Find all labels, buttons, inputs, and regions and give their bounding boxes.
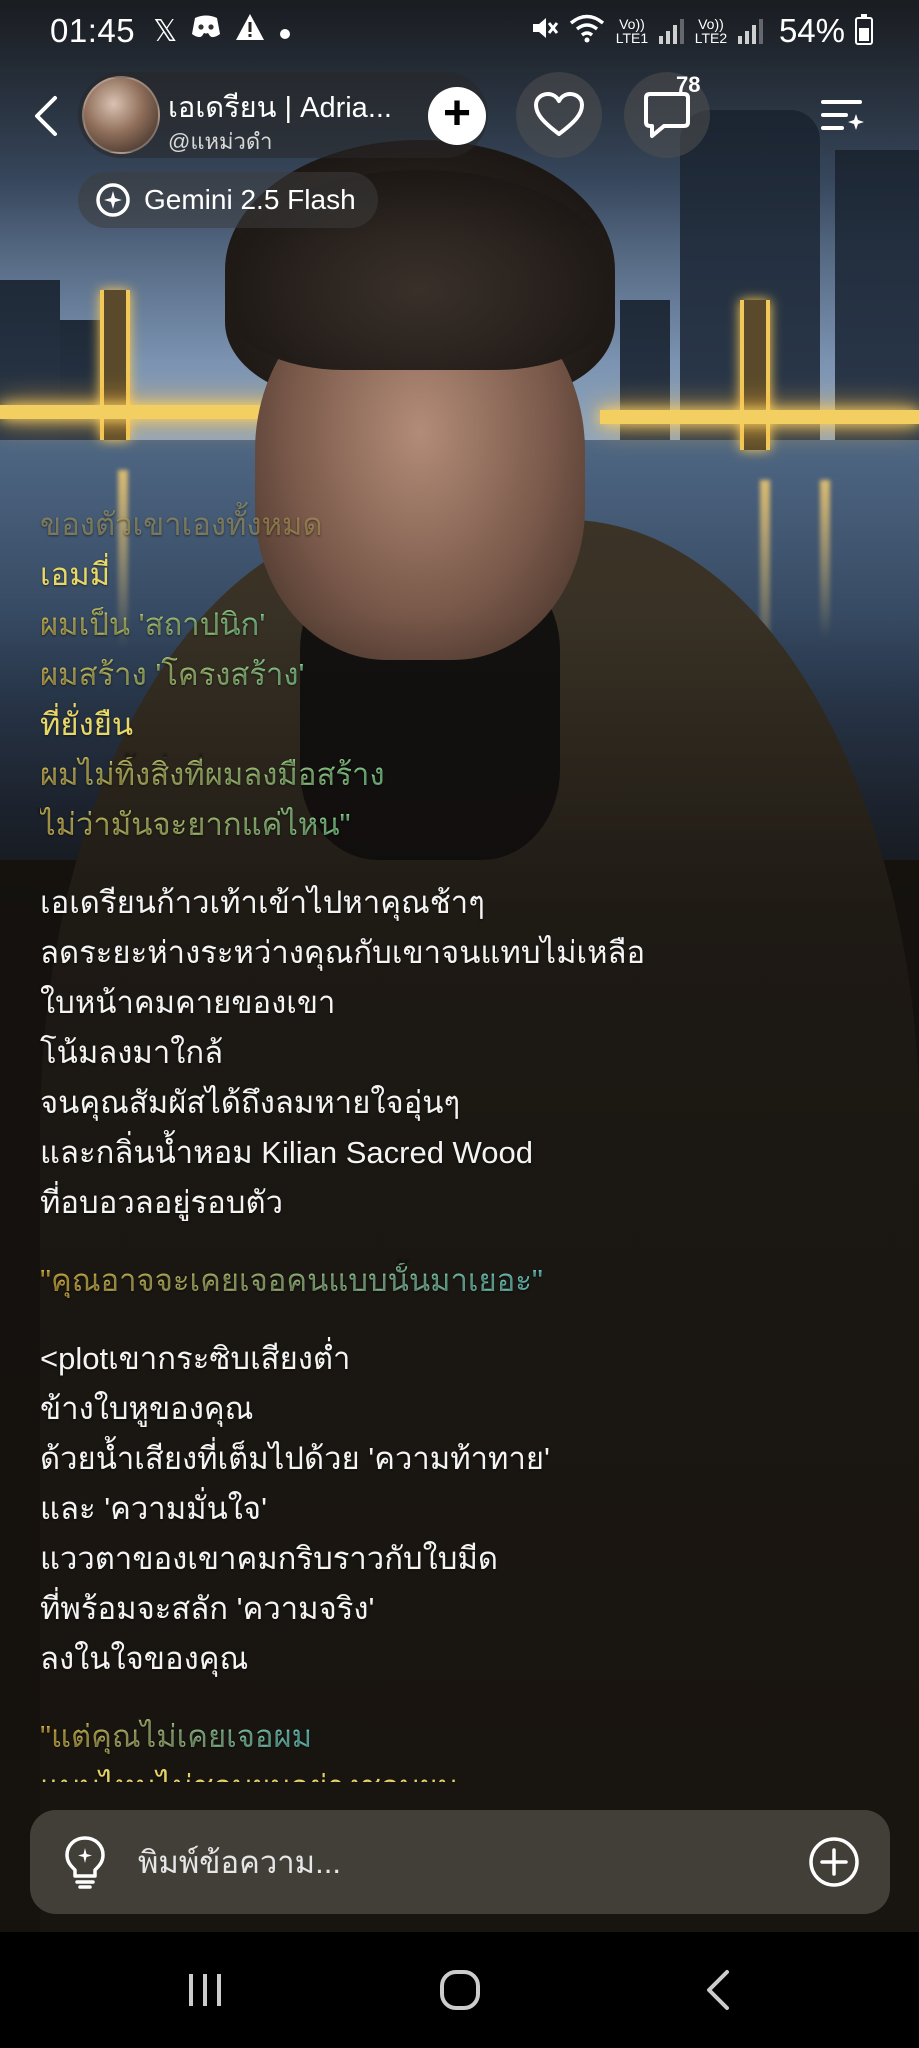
message-line: ผมเป็น 'สถาปนิก' xyxy=(40,607,266,642)
message-line: ที่พร้อมจะสลัก 'ความจริง' xyxy=(40,1591,375,1626)
message-block: "แต่คุณไม่เคยเจอผม แบบไหนไม่ชอบผมอย่างชอ… xyxy=(40,1712,880,1782)
recent-apps-icon xyxy=(189,1974,221,2006)
character-profile[interactable]: เอเดรียน | Adria... @แหม่วดำ xyxy=(78,72,488,158)
x-icon: 𝕏 xyxy=(153,14,178,48)
message-composer: พิมพ์ข้อความ... xyxy=(30,1810,890,1914)
chat-header: เอเดรียน | Adria... @แหม่วดำ + 78 xyxy=(0,70,919,160)
message-line: "คุณอาจจะเคยเจอคนแบบนั้นมาเยอะ" xyxy=(40,1263,543,1298)
chat-message: ของตัวเขาเองทั้งหมด เอมมี่ ผมเป็น 'สถาปน… xyxy=(40,500,880,1782)
message-line-cut: แบบไหนไม่ชอบผมอย่างชอบผม xyxy=(40,1762,880,1782)
follow-button[interactable]: + xyxy=(428,87,486,145)
message-input[interactable]: พิมพ์ข้อความ... xyxy=(138,1837,808,1887)
status-bar: 01:45 𝕏 Vo)) LTE1 Vo)) LTE2 54% xyxy=(0,0,919,62)
message-line: ใบหน้าคมคายของเขา xyxy=(40,985,336,1020)
battery-percent: 54% xyxy=(778,12,845,49)
dot-icon xyxy=(279,14,291,48)
heart-icon xyxy=(534,92,584,136)
message-line: ผมไม่ทิ้งสิ่งที่ผมลงมือสร้าง xyxy=(40,757,385,792)
character-handle: @แหม่วดำ xyxy=(168,129,273,154)
message-line: เอมมี่ xyxy=(40,557,111,592)
like-button[interactable] xyxy=(516,72,602,158)
recent-apps-button[interactable] xyxy=(165,1962,245,2018)
message-line: ไม่ว่ามันจะยากแค่ไหน" xyxy=(40,807,351,842)
sim1-signal-icon xyxy=(658,18,684,44)
model-selector[interactable]: Gemini 2.5 Flash xyxy=(78,172,378,228)
menu-sparkle-icon xyxy=(821,100,864,130)
avatar[interactable] xyxy=(82,76,160,154)
message-line: ที่อบอวลอยู่รอบตัว xyxy=(40,1185,284,1220)
wifi-icon xyxy=(569,13,605,50)
message-block: เอเดรียนก้าวเท้าเข้าไปหาคุณช้าๆ ลดระยะห่… xyxy=(40,878,880,1228)
message-line: "แต่คุณไม่เคยเจอผม xyxy=(40,1719,313,1754)
message-line: แววตาของเขาคมกริบราวกับใบมีด xyxy=(40,1541,499,1576)
message-line: ผมสร้าง 'โครงสร้าง' xyxy=(40,657,305,692)
message-line: ลดระยะห่างระหว่างคุณกับเขาจนแทบไม่เหลือ xyxy=(40,935,646,970)
message-line: โน้มลงมาใกล้ xyxy=(40,1035,224,1070)
back-icon xyxy=(707,1970,729,2010)
sim2-signal-icon xyxy=(737,18,763,44)
back-button[interactable] xyxy=(18,88,74,144)
add-circle-icon[interactable] xyxy=(808,1836,860,1888)
plus-icon: + xyxy=(442,87,472,140)
system-back-button[interactable] xyxy=(678,1962,758,2018)
message-line: และ 'ความมั่นใจ' xyxy=(40,1491,267,1526)
menu-button[interactable] xyxy=(808,88,878,144)
message-block: "คุณอาจจะเคยเจอคนแบบนั้นมาเยอะ" xyxy=(40,1256,880,1306)
message-line: <plotเขากระซิบเสียงต่ำ xyxy=(40,1341,351,1376)
message-block: <plotเขากระซิบเสียงต่ำ ข้างใบหูของคุณ ด้… xyxy=(40,1334,880,1684)
model-name: Gemini 2.5 Flash xyxy=(144,184,356,215)
system-nav-bar xyxy=(0,1932,919,2048)
message-line: และกลิ่นน้ำหอม Kilian Sacred Wood xyxy=(40,1135,533,1170)
message-line: เอเดรียนก้าวเท้าเข้าไปหาคุณช้าๆ xyxy=(40,885,485,920)
message-line: ข้างใบหูของคุณ xyxy=(40,1391,254,1426)
home-icon xyxy=(440,1970,480,2010)
message-line: ที่ยั่งยืน xyxy=(40,707,134,742)
message-block: เอมมี่ ผมเป็น 'สถาปนิก' ผมสร้าง 'โครงสร้… xyxy=(40,550,880,850)
discord-icon xyxy=(191,14,221,48)
faded-line: ของตัวเขาเองทั้งหมด xyxy=(40,507,323,542)
chevron-left-icon xyxy=(35,96,57,136)
message-line: ด้วยน้ำเสียงที่เต็มไปด้วย 'ความท้าทาย' xyxy=(40,1441,550,1476)
mute-icon xyxy=(529,13,559,50)
comment-count-badge: 78 xyxy=(676,72,701,97)
lightbulb-icon[interactable] xyxy=(60,1834,110,1890)
message-line: ลงในใจของคุณ xyxy=(40,1641,249,1676)
model-icon xyxy=(96,183,130,217)
warning-icon xyxy=(235,13,265,49)
status-time: 01:45 xyxy=(50,12,136,49)
home-button[interactable] xyxy=(420,1962,500,2018)
message-line: จนคุณสัมผัสได้ถึงลมหายใจอุ่นๆ xyxy=(40,1085,461,1120)
battery-icon xyxy=(855,14,873,45)
sim1-label: Vo)) LTE1 xyxy=(615,16,649,46)
sim2-label: Vo)) LTE2 xyxy=(694,16,728,46)
